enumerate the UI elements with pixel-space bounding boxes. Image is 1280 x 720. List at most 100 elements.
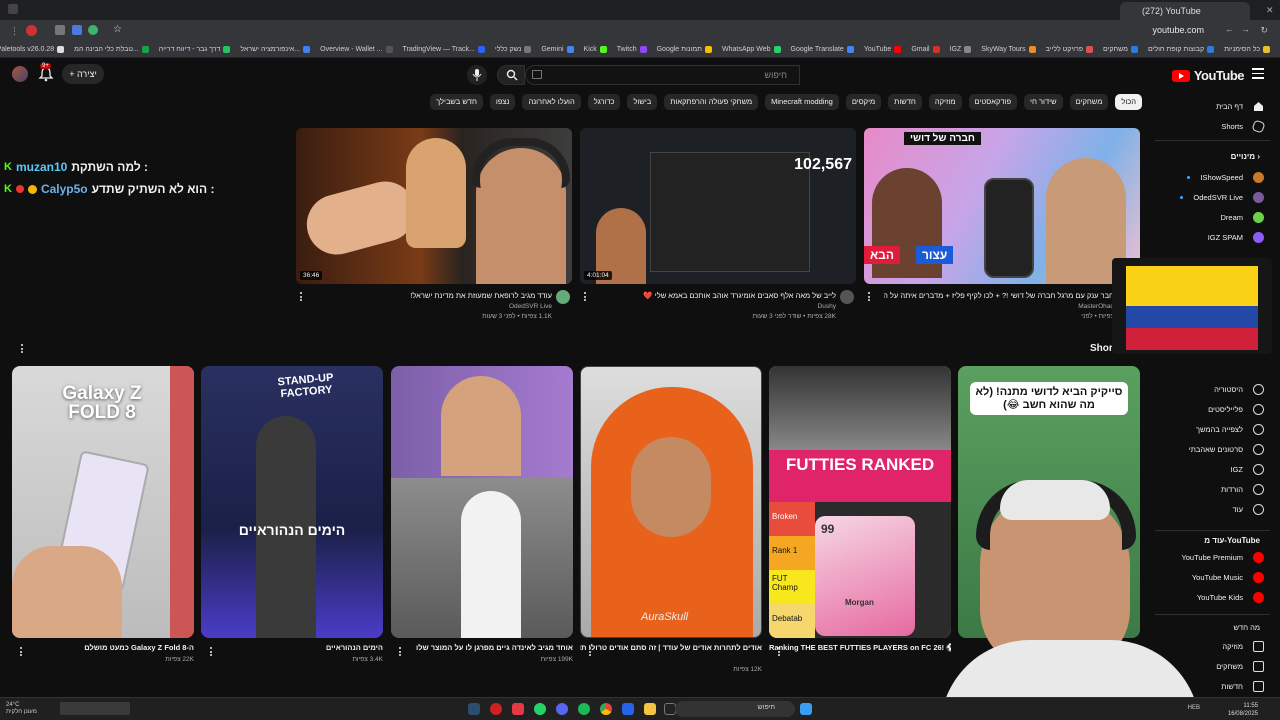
channel-avatar[interactable]	[840, 290, 854, 304]
youtube-logo[interactable]: YouTube	[1171, 68, 1245, 83]
bookmark-item[interactable]: Gemini	[541, 44, 574, 55]
short-menu-icon[interactable]	[778, 647, 781, 657]
keyboard-icon[interactable]	[532, 70, 542, 79]
filter-chip[interactable]: נצפו	[489, 94, 516, 110]
subscription-item[interactable]: IShowSpeed	[1154, 168, 1264, 186]
hamburger-menu-icon[interactable]	[1252, 68, 1264, 80]
sidebar-item[interactable]: סרטונים שאהבתי	[1154, 440, 1264, 458]
sidebar-item-shorts[interactable]: Shorts	[1154, 117, 1266, 135]
bookmark-item[interactable]: טבלת כלי הבינה המ...	[74, 44, 149, 55]
subscription-item[interactable]: IGZ SPAM	[1154, 228, 1264, 246]
browser-tab-youtube[interactable]: (272) YouTube	[1120, 2, 1250, 20]
filter-chip[interactable]: פודקאסטים	[968, 94, 1018, 110]
bookmark-item[interactable]: WhatsApp Web	[722, 44, 781, 55]
reload-icon[interactable]: ↻	[1260, 25, 1268, 36]
shorts-section-menu-icon[interactable]	[21, 344, 24, 354]
short-title[interactable]: הימים הנהוראיים	[201, 643, 383, 652]
weather-widget[interactable]: 24°C מעונן חלקית	[6, 702, 37, 716]
create-button[interactable]: + יצירה	[62, 64, 104, 84]
bookmark-item[interactable]: TradingView — Track...	[403, 44, 485, 55]
bookmark-item[interactable]: Kick	[584, 44, 607, 55]
filter-chip[interactable]: Minecraft modding	[765, 94, 839, 110]
filter-chip[interactable]: חדש בשבילך	[430, 94, 483, 110]
short-thumbnail[interactable]	[391, 366, 573, 638]
app-icon[interactable]	[622, 703, 634, 715]
short-menu-icon[interactable]	[589, 647, 592, 657]
bookmark-item[interactable]: אינפורמציה ישראל...	[240, 44, 311, 55]
video-channel[interactable]: MasterOhad	[884, 303, 1114, 310]
media-widget[interactable]	[60, 702, 130, 715]
filter-chip[interactable]: חדשות	[888, 94, 922, 110]
tab-search-icon[interactable]	[8, 4, 18, 14]
filter-chip[interactable]: הועלו לאחרונה	[522, 94, 581, 110]
filter-chip[interactable]: בישול	[627, 94, 658, 110]
video-title[interactable]: לייב של מאה אלף סאבים אומיגרד אוהב אותכם…	[600, 291, 836, 300]
subscriptions-heading[interactable]: מינויים ›	[1231, 152, 1260, 161]
filter-chip[interactable]: מיקסים	[845, 94, 882, 110]
subscription-item[interactable]: Dream	[1154, 208, 1264, 226]
app-icon[interactable]	[490, 703, 502, 715]
spotify-icon[interactable]	[578, 703, 590, 715]
bookmark-item[interactable]: כל הסימניות	[1224, 44, 1270, 55]
whatsapp-icon[interactable]	[534, 703, 546, 715]
search-button[interactable]	[497, 65, 525, 85]
discord-icon[interactable]	[556, 703, 568, 715]
bookmark-item[interactable]: נשק כללי	[495, 44, 532, 55]
video-menu-icon[interactable]	[868, 292, 871, 302]
video-title[interactable]: עודד מגיב לרופאת שמעוזת את מדינת ישראל!	[316, 291, 552, 300]
bookmark-item[interactable]: Google Translate	[791, 44, 854, 55]
filter-chip[interactable]: משחקים	[1069, 94, 1109, 110]
bookmark-item[interactable]: Paletools v26.0.28	[0, 44, 65, 55]
app-icon[interactable]	[512, 703, 524, 715]
video-menu-icon[interactable]	[584, 292, 587, 302]
bookmark-item[interactable]: קבוצות קופת חולים	[1148, 44, 1215, 55]
sidebar-item[interactable]: היסטוריה	[1154, 380, 1264, 398]
short-thumbnail[interactable]: AuraSkull	[580, 366, 762, 638]
short-menu-icon[interactable]	[20, 647, 23, 657]
filter-chip[interactable]: כדורגל	[587, 94, 621, 110]
sidebar-item[interactable]: פלייליסטים	[1154, 400, 1264, 418]
filter-chip[interactable]: מוזיקה	[928, 94, 962, 110]
video-title[interactable]: חבר ענק עם מרגל חברה של דושי !? + לכו לק…	[884, 291, 1114, 300]
search-input[interactable]: חיפוש	[525, 65, 800, 85]
subscription-item[interactable]: OdedSVR Live	[1154, 188, 1264, 206]
extension-icon[interactable]	[55, 25, 65, 35]
video-channel[interactable]: Dushy	[600, 303, 836, 310]
bookmark-item[interactable]: דרך גבר - דיווח דרייה	[159, 44, 231, 55]
profile-avatar-icon[interactable]	[26, 25, 37, 36]
windows-start-icon[interactable]	[800, 703, 812, 715]
url-field[interactable]: youtube.com	[1152, 25, 1204, 35]
short-title[interactable]: ה-Galaxy Z Fold 8 כמעט מושלם	[12, 643, 194, 652]
bookmark-item[interactable]: Gmail	[911, 44, 940, 55]
short-thumbnail[interactable]: Galaxy Z FOLD 8	[12, 366, 194, 638]
video-channel[interactable]: OdedSVR Live	[316, 303, 552, 310]
bookmark-item[interactable]: SkyWay Tours	[981, 44, 1036, 55]
video-thumbnail[interactable]: חברה של דושי הבא עצור	[864, 128, 1140, 284]
filter-chip[interactable]: שידור חי	[1024, 94, 1063, 110]
video-thumbnail[interactable]: 102,567 4:01:04	[580, 128, 856, 284]
video-menu-icon[interactable]	[300, 292, 303, 302]
channel-avatar[interactable]	[556, 290, 570, 304]
language-indicator[interactable]: HEB	[1188, 705, 1200, 711]
extension-icon[interactable]	[72, 25, 82, 35]
system-clock[interactable]: 11:55 16/08/2025	[1228, 702, 1258, 718]
bookmark-item[interactable]: משחקים	[1103, 44, 1138, 55]
bookmark-item[interactable]: YouTube	[864, 44, 902, 55]
sidebar-item-home[interactable]: דף הבית	[1154, 97, 1264, 115]
short-menu-icon[interactable]	[210, 647, 213, 657]
forward-icon[interactable]: →	[1241, 24, 1250, 34]
extension-icon[interactable]	[88, 25, 98, 35]
bookmark-item[interactable]: Overview - Wallet ...	[320, 44, 393, 55]
short-title[interactable]: אודים לתחרות אודים של עודד | זה סתם אודי…	[580, 643, 762, 652]
taskbar-search[interactable]: חיפוש	[675, 701, 795, 717]
account-avatar[interactable]	[12, 66, 28, 82]
more-menu-icon[interactable]: ⋮	[10, 26, 19, 37]
filter-chip[interactable]: משחקי פעולה והרפתקאות	[664, 94, 759, 110]
video-thumbnail[interactable]: 36:46	[296, 128, 572, 284]
short-title[interactable]: אוחד מגיב לאינדה גיים מפרגן לו על המוצר …	[391, 643, 573, 652]
bookmark-star-icon[interactable]: ☆	[113, 24, 122, 35]
back-icon[interactable]: ←	[1225, 24, 1234, 34]
window-close-icon[interactable]: ✕	[1266, 5, 1274, 15]
short-menu-icon[interactable]	[399, 647, 402, 657]
short-thumbnail[interactable]: STAND-UP FACTORY הימים הנהוראיים	[201, 366, 383, 638]
